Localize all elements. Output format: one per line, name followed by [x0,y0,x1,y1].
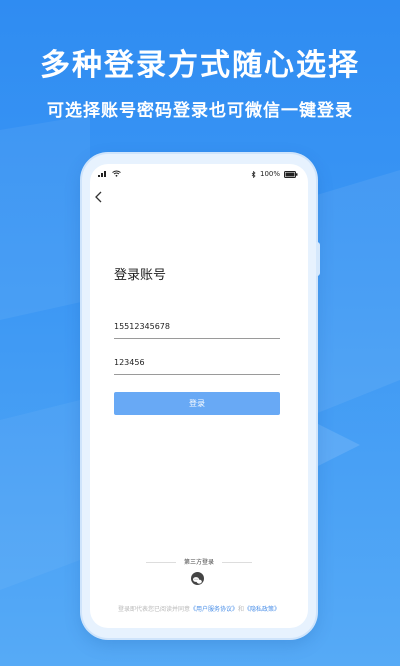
headline: 多种登录方式随心选择 [40,48,360,83]
back-icon[interactable] [94,190,108,204]
phone-screen: 100% 登录账号 15512345678 123456 登录 第三方登录 登录… [90,164,308,628]
third-party-login: 第三方登录 [90,557,308,566]
login-title: 登录账号 [114,268,167,283]
password-field[interactable]: 123456 [114,354,280,375]
divider [221,562,252,563]
wechat-icon[interactable] [191,572,204,585]
subheadline: 可选择账号密码登录也可微信一键登录 [47,101,353,121]
wifi-icon [112,170,121,177]
battery-percent: 100% [259,170,280,178]
login-button[interactable]: 登录 [114,392,280,415]
phone-field[interactable]: 15512345678 [114,318,280,339]
agreement-text: 登录即代表您已阅读并同意《用户服务协议》和《隐私政策》 [90,604,308,613]
divider [146,562,177,563]
phone-side-button [316,242,320,276]
battery-icon [284,170,298,178]
password-value: 123456 [114,358,145,367]
phone-value: 15512345678 [114,322,170,331]
status-bar: 100% [90,170,308,182]
third-party-label: 第三方登录 [183,559,214,566]
privacy-policy-link[interactable]: 《隐私政策》 [244,606,280,613]
agreement-prefix: 登录即代表您已阅读并同意 [117,606,190,613]
bluetooth-icon [251,170,256,178]
signal-icon [98,171,106,177]
user-agreement-link[interactable]: 《用户服务协议》 [190,606,238,613]
